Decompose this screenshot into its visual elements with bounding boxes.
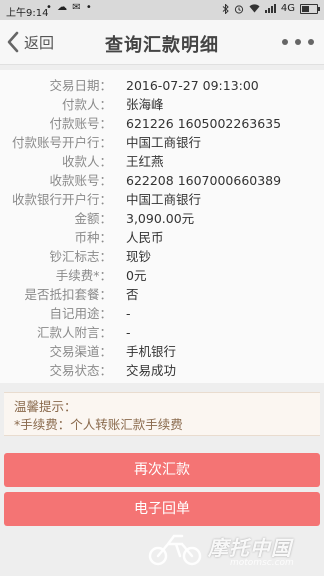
more-options-button[interactable] — [282, 34, 314, 50]
detail-row-package-deduct: 是否抵扣套餐： 否 — [0, 285, 324, 304]
detail-label: 金额： — [74, 211, 112, 226]
detail-label: 自记用途： — [49, 306, 112, 321]
detail-row-payer-bank: 付款账号开户行： 中国工商银行 — [0, 133, 324, 152]
network-type: 4G — [280, 3, 295, 14]
more-dot-icon — [295, 39, 301, 45]
notification-icons: • ☁ ✉ • — [46, 2, 93, 13]
tip-box: 温馨提示： *手续费：个人转账汇款手续费 — [4, 392, 320, 436]
battery-icon — [300, 3, 320, 14]
transaction-detail-card: 交易日期： 2016-07-27 09:13:00 付款人： 张海峰 付款账号：… — [0, 70, 324, 383]
detail-row-payer-account: 付款账号： 621226 1605002263635 — [0, 114, 324, 133]
detail-label: 收款人： — [61, 154, 112, 169]
detail-value: 手机银行 — [126, 344, 177, 359]
detail-row-channel: 交易渠道： 手机银行 — [0, 342, 324, 361]
more-dot-icon — [308, 39, 314, 45]
detail-value: 中国工商银行 — [126, 192, 202, 207]
detail-value: 张海峰 — [126, 97, 164, 112]
detail-value: 622208 1607000660389 — [126, 173, 282, 188]
detail-value: 0元 — [126, 268, 147, 283]
detail-row-payee: 收款人： 王红燕 — [0, 152, 324, 171]
detail-value: 交易成功 — [126, 363, 177, 378]
detail-value: 王红燕 — [126, 154, 164, 169]
detail-value: 中国工商银行 — [126, 135, 202, 150]
more-dot-icon — [282, 39, 288, 45]
bluetooth-icon — [222, 3, 229, 14]
alarm-icon — [234, 4, 243, 14]
detail-row-payee-account: 收款账号： 622208 1607000660389 — [0, 171, 324, 190]
signal-icon — [264, 4, 276, 13]
detail-label: 付款人： — [61, 97, 112, 112]
tip-text: *手续费：个人转账汇款手续费 — [14, 417, 183, 432]
detail-row-status: 交易状态： 交易成功 — [0, 361, 324, 380]
detail-value: - — [126, 306, 131, 321]
detail-row-currency: 币种： 人民币 — [0, 228, 324, 247]
motorcycle-logo-icon — [148, 534, 202, 566]
page-title: 查询汇款明细 — [105, 35, 219, 56]
e-receipt-button[interactable]: 电子回单 — [4, 492, 320, 526]
detail-row-payee-bank: 收款银行开户行： 中国工商银行 — [0, 190, 324, 209]
resend-button[interactable]: 再次汇款 — [4, 453, 320, 487]
detail-label: 付款账号开户行： — [11, 135, 112, 150]
detail-label: 汇款人附言： — [36, 325, 112, 340]
detail-label: 币种： — [74, 230, 112, 245]
tip-title: 温馨提示： — [14, 399, 77, 414]
detail-row-date: 交易日期： 2016-07-27 09:13:00 — [0, 76, 324, 95]
detail-row-cash-flag: 钞汇标志： 现钞 — [0, 247, 324, 266]
status-bar: 上午9:14 • ☁ ✉ • 4G — [0, 0, 324, 20]
detail-row-purpose: 自记用途： - — [0, 304, 324, 323]
detail-row-fee: 手续费*： 0元 — [0, 266, 324, 285]
detail-label: 钞汇标志： — [49, 249, 112, 264]
watermark-cn-text: 摩托中国 — [208, 536, 292, 560]
detail-label: 是否抵扣套餐： — [24, 287, 112, 302]
detail-label: 付款账号： — [49, 116, 112, 131]
detail-value: 人民币 — [126, 230, 164, 245]
watermark-en-text: motomsc.com — [230, 558, 294, 568]
detail-value: 2016-07-27 09:13:00 — [126, 78, 259, 93]
detail-label: 手续费*： — [55, 268, 112, 283]
title-bar: 返回 查询汇款明细 — [0, 20, 324, 65]
detail-label: 交易状态： — [49, 363, 112, 378]
watermark: 摩托中国 motomsc.com — [140, 524, 324, 574]
detail-value: - — [126, 325, 131, 340]
detail-label: 交易日期： — [49, 78, 112, 93]
detail-label: 交易渠道： — [49, 344, 112, 359]
wifi-icon — [249, 4, 260, 13]
detail-value: 现钞 — [126, 249, 152, 264]
detail-row-remark: 汇款人附言： - — [0, 323, 324, 342]
detail-row-payer: 付款人： 张海峰 — [0, 95, 324, 114]
detail-value: 3,090.00元 — [126, 211, 195, 226]
detail-value: 621226 1605002263635 — [126, 116, 282, 131]
detail-label: 收款账号： — [49, 173, 112, 188]
detail-label: 收款银行开户行： — [11, 192, 112, 207]
detail-value: 否 — [126, 287, 139, 302]
status-icons: 4G — [222, 3, 320, 14]
status-time: 上午9:14 — [6, 8, 49, 19]
detail-row-amount: 金额： 3,090.00元 — [0, 209, 324, 228]
